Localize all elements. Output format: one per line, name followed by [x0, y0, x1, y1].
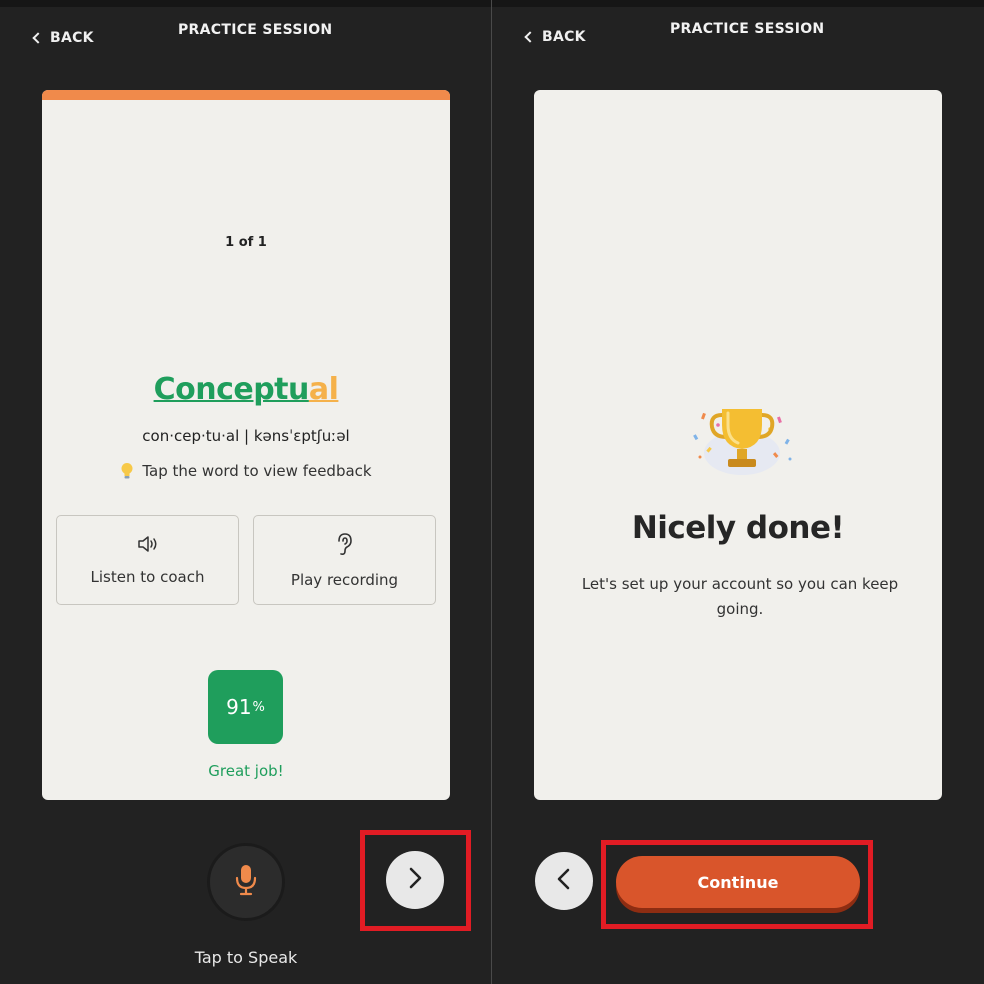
speaker-icon [136, 534, 160, 558]
status-strip [0, 0, 491, 7]
continue-button[interactable]: Continue [616, 856, 860, 908]
chevron-right-icon [405, 865, 425, 895]
completion-card: Nicely done! Let's set up your account s… [534, 90, 942, 800]
phonetic-transcription: con·cep·tu·al | kənsˈɛptʃuːəl [142, 427, 350, 445]
completion-heading: Nicely done! [631, 510, 845, 546]
hint-text: Tap the word to view feedback [142, 462, 372, 480]
page-title: PRACTICE SESSION [670, 21, 825, 37]
chevron-left-icon [32, 32, 44, 44]
practice-card: 1 of 1 Conceptual con·cep·tu·al | kənsˈɛ… [42, 90, 450, 800]
tap-to-speak-label: Tap to Speak [194, 948, 298, 967]
previous-button[interactable] [535, 852, 593, 910]
back-label: BACK [50, 30, 94, 46]
listen-to-coach-button[interactable]: Listen to coach [56, 515, 239, 605]
completion-message: Let's set up your account so you can kee… [581, 575, 899, 618]
back-button[interactable]: BACK [32, 30, 94, 46]
right-screen: BACK PRACTICE SESSION Nicely done! Let's… [492, 0, 984, 984]
score-message: Great job! [208, 762, 284, 780]
score-badge: 91% [208, 670, 283, 744]
word-flagged-part: al [308, 372, 339, 407]
play-recording-button[interactable]: Play recording [253, 515, 436, 605]
lightbulb-icon [120, 462, 134, 480]
left-screen: BACK PRACTICE SESSION 1 of 1 Conceptual … [0, 0, 491, 984]
page-title: PRACTICE SESSION [178, 22, 333, 38]
feedback-hint: Tap the word to view feedback [42, 462, 450, 480]
microphone-button[interactable] [207, 843, 285, 921]
next-button[interactable] [386, 851, 444, 909]
ear-icon [334, 531, 356, 561]
listen-label: Listen to coach [90, 568, 205, 586]
trophy-icon [682, 395, 802, 480]
practice-word[interactable]: Conceptual [42, 372, 450, 407]
status-strip [492, 0, 984, 7]
back-button[interactable]: BACK [524, 29, 586, 45]
chevron-left-icon [524, 31, 536, 43]
chevron-left-icon [554, 866, 574, 896]
score-unit: % [252, 699, 265, 715]
microphone-icon [233, 863, 259, 901]
progress-accent-bar [42, 90, 450, 100]
card-counter: 1 of 1 [225, 235, 267, 250]
continue-label: Continue [697, 872, 779, 892]
word-correct-part: Conceptu [153, 372, 310, 407]
score-value: 91 [226, 695, 252, 719]
play-label: Play recording [290, 571, 399, 589]
back-label: BACK [542, 29, 586, 45]
